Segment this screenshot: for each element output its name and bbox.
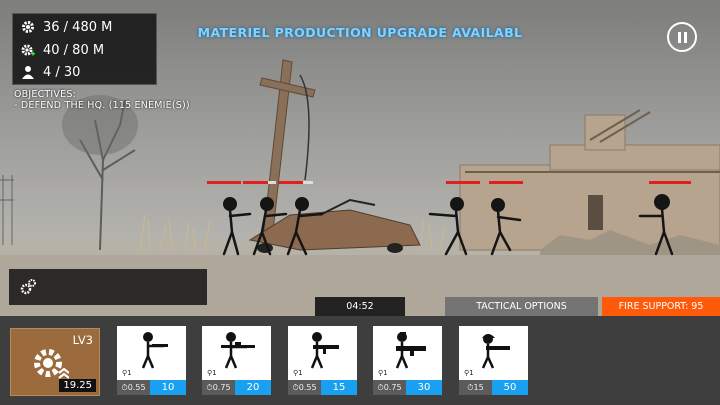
- pause-icon: [678, 32, 681, 43]
- mission-timer: 04:52: [315, 297, 405, 316]
- unit-price: 10: [150, 380, 186, 395]
- unit-bar: [0, 316, 720, 405]
- assault-rifle-icon: [310, 332, 339, 369]
- fire-support-button[interactable]: FIRE SUPPORT: 95: [602, 297, 720, 316]
- unit-count: ⚲1: [293, 369, 303, 377]
- population-stat: 4 / 30: [21, 63, 80, 81]
- command-panel[interactable]: [9, 269, 207, 305]
- unit-cooldown: ⏱0.75: [373, 380, 406, 395]
- unit-price: 50: [492, 380, 528, 395]
- machine-gunner-icon: [395, 332, 426, 369]
- unit-card-rifleman[interactable]: ⚲1 ⏱0.55 10: [117, 326, 186, 395]
- rifleman-icon: [141, 332, 168, 369]
- upgrade-banner: MATERIEL PRODUCTION UPGRADE AVAILABL: [197, 25, 523, 40]
- supplies-value: 36 / 480 M: [43, 19, 113, 35]
- unit-card-sniper[interactable]: ⚲1 ⏱0.75 20: [202, 326, 271, 395]
- unit-cooldown: ⏱0.55: [117, 380, 150, 395]
- unit-card-helmet-soldier[interactable]: ⚲1 ⏱15 50: [459, 326, 528, 395]
- unit-card-machine-gunner[interactable]: ⚲1 ⏱0.75 30: [373, 326, 442, 395]
- upgrade-cost: 19.25: [59, 379, 96, 392]
- gears-icon[interactable]: [19, 278, 37, 296]
- materiel-value: 40 / 80 M: [43, 42, 105, 58]
- objectives-title: OBJECTIVES:: [14, 89, 76, 100]
- unit-card-assault[interactable]: ⚲1 ⏱0.55 15: [288, 326, 357, 395]
- gear-plus-icon: [21, 43, 35, 57]
- objectives-line: - DEFEND THE HQ. (115 ENEMIE(S)): [14, 100, 190, 111]
- production-upgrade-button[interactable]: LV3 19.25: [10, 328, 100, 396]
- unit-cooldown: ⏱0.75: [202, 380, 235, 395]
- objectives-text: OBJECTIVES: - DEFEND THE HQ. (115 ENEMIE…: [14, 89, 190, 111]
- unit-cooldown: ⏱0.55: [288, 380, 321, 395]
- unit-count: ⚲1: [464, 369, 474, 377]
- gear-upgrade-icon: [31, 345, 70, 383]
- pause-button[interactable]: [667, 22, 697, 52]
- tactical-options-button[interactable]: TACTICAL OPTIONS: [445, 297, 598, 316]
- unit-count: ⚲1: [122, 369, 132, 377]
- helmet-soldier-icon: [481, 334, 510, 369]
- upgrade-level: LV3: [72, 333, 93, 347]
- unit-count: ⚲1: [207, 369, 217, 377]
- unit-cooldown: ⏱15: [459, 380, 492, 395]
- sniper-icon: [221, 332, 255, 369]
- materiel-stat: 40 / 80 M: [21, 41, 104, 59]
- unit-price: 15: [321, 380, 357, 395]
- unit-price: 20: [235, 380, 271, 395]
- unit-price: 30: [406, 380, 442, 395]
- person-icon: [21, 65, 35, 79]
- gear-icon: [21, 20, 35, 34]
- unit-count: ⚲1: [378, 369, 388, 377]
- supplies-stat: 36 / 480 M: [21, 18, 112, 36]
- resource-panel: 36 / 480 M 40 / 80 M 4 / 30: [12, 13, 157, 85]
- population-value: 4 / 30: [43, 64, 81, 80]
